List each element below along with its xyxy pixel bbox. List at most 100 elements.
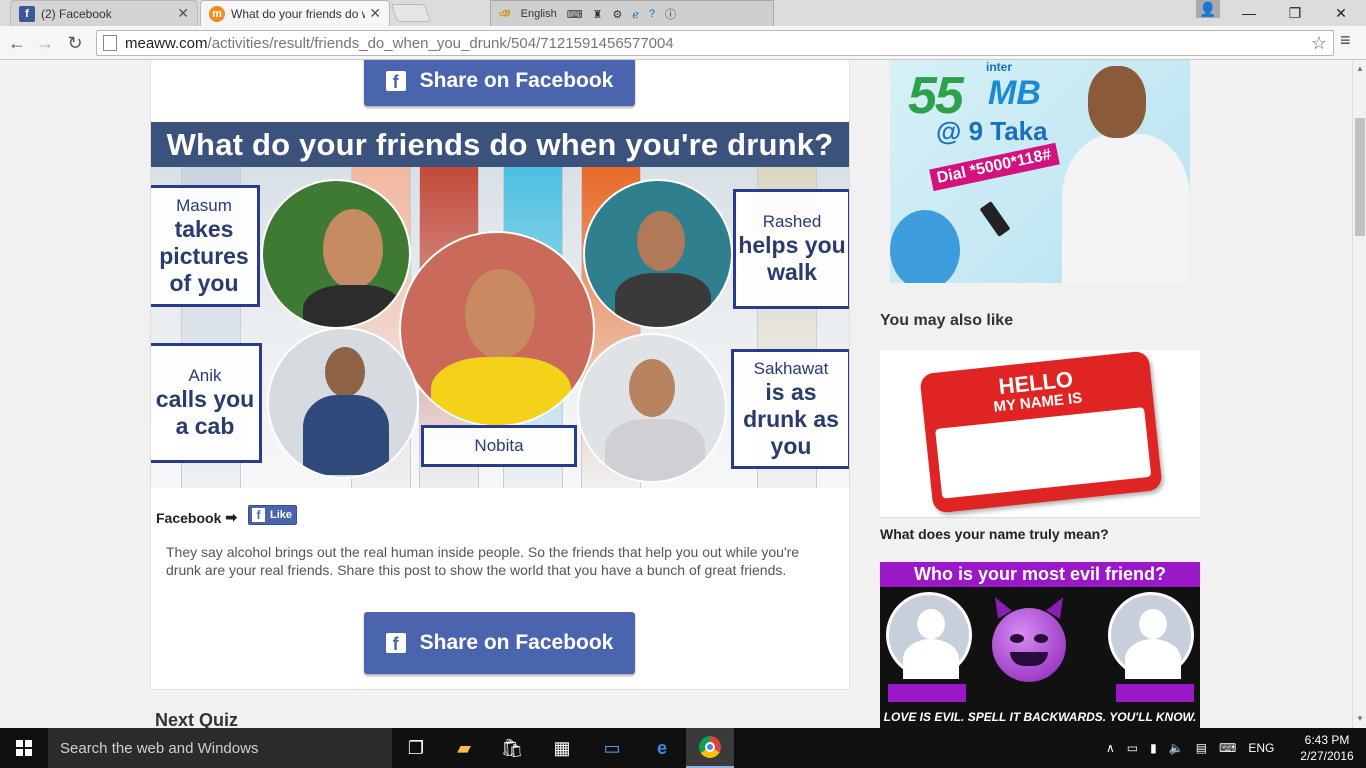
reload-button[interactable]: ↻ — [64, 32, 86, 54]
facebook-like-button[interactable]: f Like — [248, 505, 297, 525]
scroll-up-arrow-icon[interactable]: ▲ — [1356, 64, 1364, 73]
friend-label-nobita: Nobita — [421, 425, 577, 467]
close-tab-icon[interactable]: ✕ — [369, 5, 381, 22]
system-tray: ∧ ▭ ▮ 🔈 ▤ ⌨ ENG — [1106, 728, 1274, 768]
advertisement-banner[interactable]: 55 MB inter @ 9 Taka Dial *5000*118# — [890, 60, 1190, 283]
help-icon[interactable]: ? — [649, 8, 655, 20]
friend-photo-nobita — [399, 231, 595, 427]
settings-icon[interactable]: ⚙ — [612, 8, 622, 21]
meaww-icon: m — [209, 5, 225, 22]
ime-language-bar[interactable]: ঞ English ⌨ ♜ ⚙ ℯ ? ⓘ — [490, 0, 774, 28]
facebook-follow-row: Facebook ➡ — [156, 509, 237, 526]
friend-photo-anik — [267, 327, 419, 479]
info-icon[interactable]: ⓘ — [665, 6, 676, 22]
store-icon[interactable]: 🛍 — [488, 728, 536, 768]
app-icon[interactable]: ▭ — [588, 728, 636, 768]
name-bar — [888, 684, 966, 702]
tab-title: What do your friends do w — [231, 6, 366, 21]
friend-label-rashed: Rashed helps you walk — [733, 189, 849, 309]
clock[interactable]: 6:43 PM 2/27/2016 — [1290, 732, 1364, 764]
recommendation-card-evil-friend[interactable]: Who is your most evil friend? LOVE IS EV… — [880, 562, 1200, 728]
windows-taskbar: Search the web and Windows ❐ ▰ 🛍 ▦ ▭ e ∧… — [0, 728, 1366, 768]
action-center-icon[interactable]: ▤ — [1196, 741, 1207, 755]
ime-language[interactable]: English — [521, 8, 557, 20]
bookmark-star-icon[interactable]: ☆ — [1311, 33, 1327, 54]
quiz-heading: What do your friends do when you're drun… — [151, 122, 849, 167]
share-facebook-button-bottom[interactable]: f Share on Facebook — [364, 612, 635, 674]
edge-icon[interactable]: e — [638, 728, 686, 768]
url-path: /activities/result/friends_do_when_you_d… — [207, 34, 674, 52]
scroll-down-arrow-icon[interactable]: ▼ — [1356, 714, 1364, 723]
start-button[interactable] — [0, 728, 48, 768]
share-label: Share on Facebook — [419, 631, 614, 654]
chrome-menu-icon[interactable]: ≡ — [1340, 30, 1351, 51]
minimize-button[interactable]: — — [1226, 0, 1272, 26]
page-icon — [103, 35, 117, 51]
facebook-icon: f — [385, 633, 406, 653]
chrome-icon[interactable] — [686, 728, 734, 768]
facebook-icon: f — [252, 508, 265, 522]
devil-emoji-icon — [988, 593, 1070, 682]
taskbar-search-box[interactable]: Search the web and Windows — [48, 728, 392, 768]
friend-label-sakhawat: Sakhawat is as drunk as you — [731, 349, 849, 469]
evil-friend-tagline: LOVE IS EVIL. SPELL IT BACKWARDS. YOU'LL… — [883, 710, 1197, 724]
ad-price: @ 9 Taka — [936, 116, 1048, 146]
show-hidden-icons-icon[interactable]: ∧ — [1106, 741, 1115, 755]
clock-date: 2/27/2016 — [1300, 749, 1354, 763]
forward-button[interactable]: → — [34, 32, 56, 54]
url-host: meaww.com — [125, 34, 208, 52]
next-quiz-heading: Next Quiz — [155, 710, 239, 728]
facebook-icon: f — [385, 71, 406, 91]
you-may-also-like-heading: You may also like — [880, 312, 1014, 329]
ime-logo-icon: ঞ — [499, 7, 511, 20]
restore-button[interactable]: ❐ — [1272, 0, 1318, 26]
network-icon[interactable]: ▮ — [1150, 741, 1157, 755]
quiz-result-image: What do your friends do when you're drun… — [151, 122, 849, 488]
app-icon[interactable]: ▦ — [538, 728, 586, 768]
battery-icon[interactable]: ▭ — [1127, 741, 1138, 755]
friend-photo-sakhawat — [577, 333, 727, 483]
keyboard-icon[interactable]: ⌨ — [1219, 741, 1236, 755]
new-tab-button[interactable] — [390, 4, 432, 22]
close-window-button[interactable]: ✕ — [1318, 0, 1364, 26]
friend-photo-rashed — [583, 179, 733, 329]
ad-dial-code: Dial *5000*118# — [929, 142, 1060, 192]
clock-time: 6:43 PM — [1304, 733, 1350, 747]
tab-facebook[interactable]: f (2) Facebook ✕ — [10, 0, 198, 26]
brand-swirl-decoration — [890, 210, 960, 283]
close-tab-icon[interactable]: ✕ — [177, 5, 189, 22]
task-view-icon[interactable]: ❐ — [392, 728, 440, 768]
web-page: f Share on Facebook What do your friends… — [0, 60, 1352, 728]
share-label: Share on Facebook — [419, 69, 614, 92]
arrow-right-icon: ➡ — [225, 509, 238, 525]
like-label: Like — [270, 509, 293, 521]
back-button[interactable]: ← — [6, 32, 28, 54]
ad-model-image — [1062, 60, 1190, 283]
address-bar[interactable]: meaww.com/activities/result/friends_do_w… — [96, 30, 1334, 56]
recommendation-card-name[interactable]: HELLO MY NAME IS — [880, 350, 1200, 518]
file-explorer-icon[interactable]: ▰ — [440, 728, 488, 768]
browser-toolbar: ← → ↻ meaww.com/activities/result/friend… — [0, 26, 1366, 60]
profile-icon[interactable]: 👤 — [1196, 0, 1220, 18]
internet-icon[interactable]: ℯ — [632, 8, 639, 21]
friend-label-masum: Masum takes pictures of you — [151, 185, 260, 307]
share-facebook-button-top[interactable]: f Share on Facebook — [364, 60, 635, 106]
tools-icon[interactable]: ♜ — [593, 8, 603, 21]
volume-icon[interactable]: 🔈 — [1169, 741, 1184, 755]
tab-strip: f (2) Facebook ✕ m What do your friends … — [0, 0, 1366, 28]
friend-photo-masum — [261, 179, 411, 329]
tab-meaww[interactable]: m What do your friends do w ✕ — [200, 0, 390, 26]
evil-friend-banner: Who is your most evil friend? — [880, 562, 1200, 587]
page-scrollbar[interactable]: ▲ ▼ — [1352, 60, 1366, 728]
avatar-placeholder-icon — [1108, 592, 1194, 679]
facebook-icon: f — [19, 5, 35, 22]
recommendation-caption[interactable]: What does your name truly mean? — [880, 526, 1109, 542]
windows-logo-icon — [16, 740, 32, 756]
avatar-placeholder-icon — [886, 592, 972, 679]
ad-inter: inter — [986, 60, 1013, 74]
tab-title: (2) Facebook — [41, 6, 112, 21]
language-indicator[interactable]: ENG — [1248, 741, 1274, 755]
keyboard-icon[interactable]: ⌨ — [567, 8, 583, 21]
quiz-background: Masum takes pictures of you Rashed helps… — [151, 167, 849, 488]
scrollbar-thumb[interactable] — [1355, 118, 1365, 236]
